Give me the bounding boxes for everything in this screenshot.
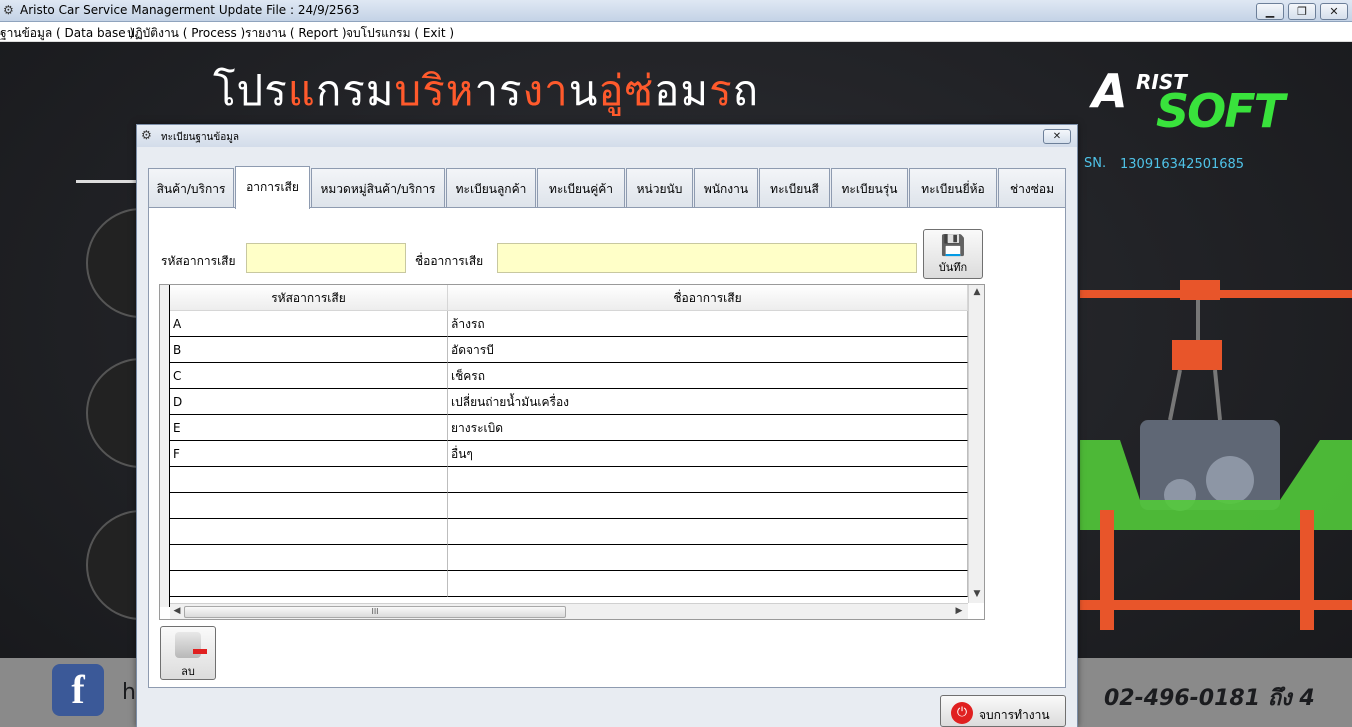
row-header-column — [160, 285, 170, 607]
facebook-text: h — [122, 680, 136, 705]
tab-symptoms[interactable]: อาการเสีย — [235, 166, 310, 209]
app-titlebar: ⚙ Aristo Car Service Managerment Update … — [0, 0, 1352, 22]
app-gear-icon: ⚙ — [3, 3, 14, 17]
cell-symptom-code[interactable]: C — [170, 363, 448, 389]
cell-symptom-name[interactable]: ยางระเบิด — [448, 415, 968, 441]
tab-models[interactable]: ทะเบียนรุ่น — [831, 168, 908, 208]
minimize-button[interactable]: ▁ — [1256, 3, 1284, 20]
tab-colors[interactable]: ทะเบียนสี — [759, 168, 830, 208]
tab-products[interactable]: สินค้า/บริการ — [148, 168, 234, 208]
symptom-grid[interactable]: รหัสอาการเสีย ชื่ออาการเสีย A ล้างรถ B อัดจ… — [159, 284, 985, 620]
dialog-close-button[interactable]: ✕ — [1043, 129, 1071, 144]
column-header-name[interactable]: ชื่ออาการเสีย — [448, 285, 968, 311]
tab-brands[interactable]: ทะเบียนยี่ห้อ — [909, 168, 997, 208]
cell-symptom-name[interactable] — [448, 545, 968, 571]
cell-symptom-name[interactable]: อัดจารบี — [448, 337, 968, 363]
tab-units[interactable]: หน่วยนับ — [626, 168, 693, 208]
phone-number: 02-496-0181 ถึง 4 — [1104, 686, 1315, 711]
facebook-icon: f — [52, 664, 104, 716]
engine-hoist-illustration — [1080, 280, 1352, 630]
menu-exit[interactable]: จบโปรแกรม ( Exit ) — [346, 24, 454, 43]
tab-customers[interactable]: ทะเบียนลูกค้า — [446, 168, 536, 208]
exit-work-button[interactable]: ⏻ จบการทำงาน — [940, 695, 1066, 727]
horizontal-scroll-thumb[interactable]: III — [184, 606, 566, 618]
symptom-code-label: รหัสอาการเสีย — [161, 254, 236, 268]
tab-suppliers[interactable]: ทะเบียนคู่ค้า — [537, 168, 625, 208]
cell-symptom-code[interactable] — [170, 467, 448, 493]
column-header-code[interactable]: รหัสอาการเสีย — [170, 285, 448, 311]
menu-process[interactable]: ปฏิบัติงาน ( Process ) — [127, 24, 245, 43]
close-icon[interactable]: ✕ — [1320, 3, 1348, 20]
dialog-gear-icon: ⚙ — [141, 128, 152, 142]
power-icon: ⏻ — [951, 702, 973, 724]
scroll-up-icon[interactable]: ▲ — [970, 287, 984, 297]
cell-symptom-name[interactable] — [448, 571, 968, 597]
tab-employees[interactable]: พนักงาน — [694, 168, 758, 208]
scroll-down-icon[interactable]: ▼ — [970, 589, 984, 599]
tab-mechanics[interactable]: ช่างซ่อม — [998, 168, 1066, 208]
menu-database[interactable]: ฐานข้อมูล ( Data base ) — [0, 24, 134, 43]
serial-number: 130916342501685 — [1120, 157, 1245, 172]
cell-symptom-code[interactable]: A — [170, 311, 448, 337]
cell-symptom-name[interactable] — [448, 519, 968, 545]
save-button[interactable]: 💾 บันทึก — [923, 229, 983, 279]
vertical-scrollbar[interactable]: ▲ ▼ — [968, 285, 984, 603]
cell-symptom-name[interactable] — [448, 467, 968, 493]
cell-symptom-name[interactable]: เปลี่ยนถ่ายน้ำมันเครื่อง — [448, 389, 968, 415]
restore-button[interactable]: ❐ — [1288, 3, 1316, 20]
app-title: Aristo Car Service Managerment Update Fi… — [20, 3, 360, 17]
symptom-code-input[interactable] — [246, 243, 406, 273]
cell-symptom-code[interactable]: D — [170, 389, 448, 415]
delete-button[interactable]: ลบ — [160, 626, 216, 680]
symptom-name-label: ชื่ออาการเสีย — [415, 254, 484, 268]
menubar: ฐานข้อมูล ( Data base ) ปฏิบัติงาน ( Pro… — [0, 22, 1352, 42]
cell-symptom-code[interactable]: E — [170, 415, 448, 441]
dialog-titlebar: ⚙ ทะเบียนฐานข้อมูล ✕ — [137, 125, 1077, 147]
aristosoft-logo: A RIST SOFT — [1092, 64, 1285, 138]
delete-label: ลบ — [181, 665, 195, 678]
cell-symptom-code[interactable]: B — [170, 337, 448, 363]
cell-symptom-name[interactable]: เช็ครถ — [448, 363, 968, 389]
serial-label: SN. — [1084, 156, 1107, 171]
symptom-name-input[interactable] — [497, 243, 917, 273]
cell-symptom-name[interactable]: อื่นๆ — [448, 441, 968, 467]
cell-symptom-name[interactable] — [448, 493, 968, 519]
tab-product-category[interactable]: หมวดหมู่สินค้า/บริการ — [311, 168, 445, 208]
save-label: บันทึก — [938, 261, 968, 274]
cell-symptom-code[interactable]: F — [170, 441, 448, 467]
scroll-right-icon[interactable]: ▶ — [952, 606, 966, 616]
cell-symptom-code[interactable] — [170, 571, 448, 597]
database-delete-icon — [175, 632, 207, 658]
cell-symptom-name[interactable]: ล้างรถ — [448, 311, 968, 337]
menu-report[interactable]: รายงาน ( Report ) — [245, 24, 347, 43]
program-headline: โปรแกรมบริหารงานอู่ซ่อมรถ — [213, 66, 760, 115]
cell-symptom-code[interactable] — [170, 545, 448, 571]
horizontal-scrollbar[interactable]: ◀ III ▶ — [170, 603, 968, 619]
floppy-disk-icon: 💾 — [940, 233, 966, 257]
exit-label: จบการทำงาน — [979, 708, 1050, 722]
cell-symptom-code[interactable] — [170, 519, 448, 545]
scroll-left-icon[interactable]: ◀ — [170, 606, 184, 616]
dialog-title: ทะเบียนฐานข้อมูล — [161, 132, 239, 143]
cell-symptom-code[interactable] — [170, 493, 448, 519]
